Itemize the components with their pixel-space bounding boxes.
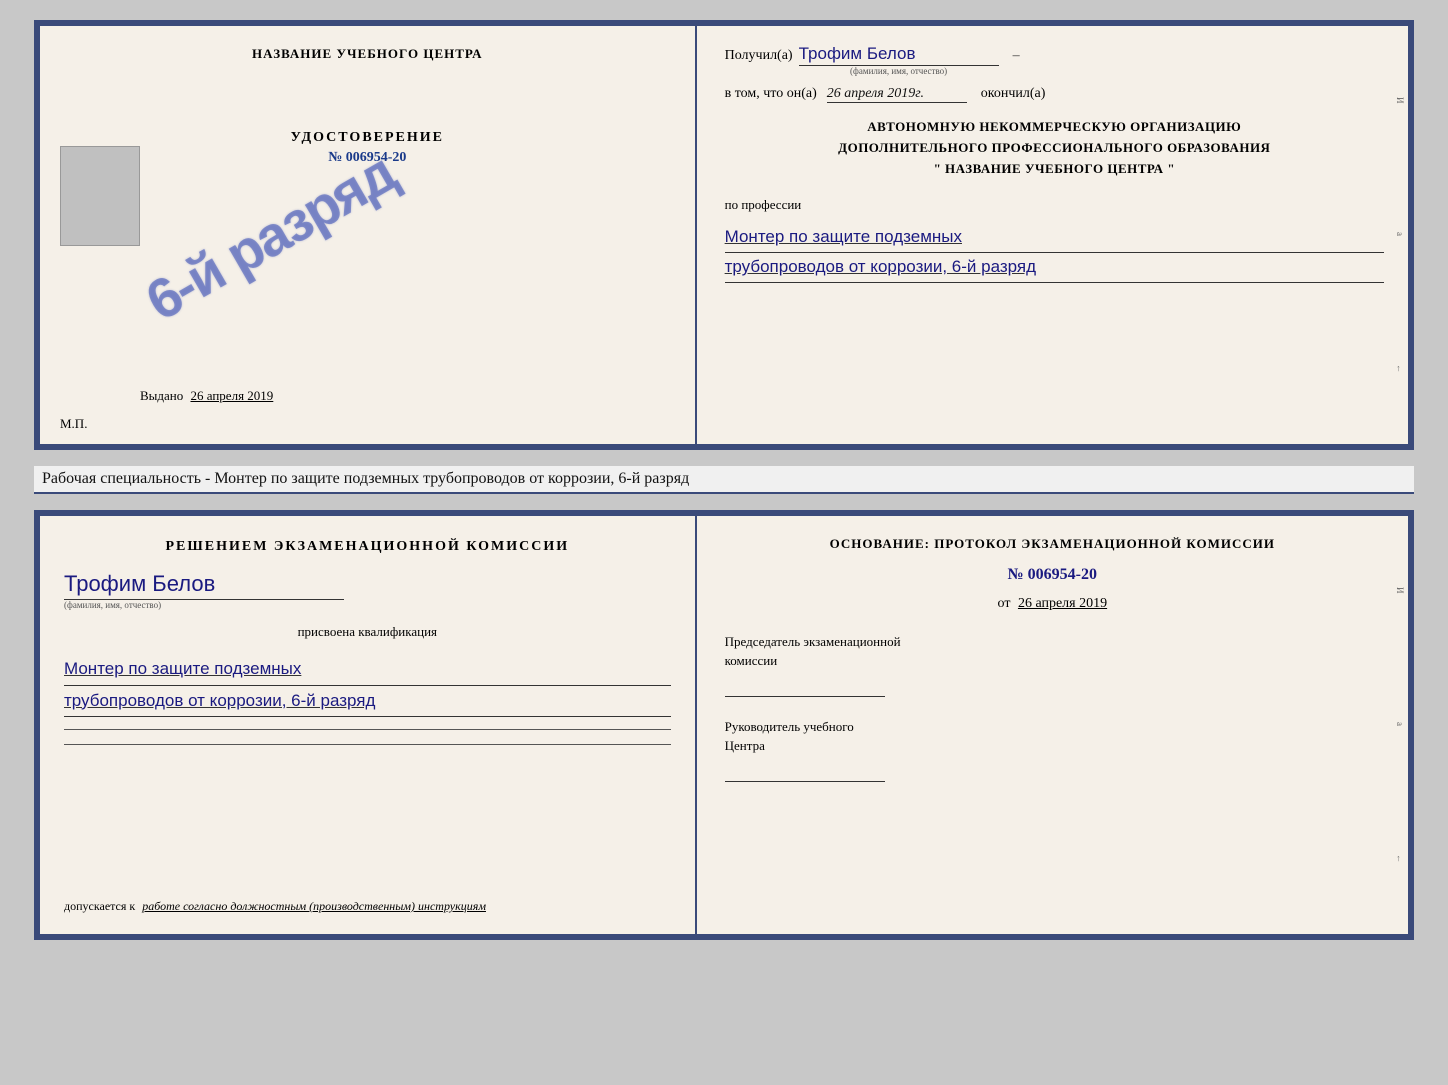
predsedatel-block: Председатель экзаменационной комиссии — [725, 632, 1380, 697]
cert-bottom-left: Решением экзаменационной комиссии Трофим… — [40, 516, 697, 934]
rukovoditel-signature-line — [725, 758, 885, 782]
poluchil-name: Трофим Белов — [799, 44, 999, 66]
org-line1: АВТОНОМНУЮ НЕКОММЕРЧЕСКУЮ ОРГАНИЗАЦИЮ — [725, 117, 1384, 138]
bar-a: а — [1389, 232, 1405, 236]
description-line: Рабочая специальность - Монтер по защите… — [34, 466, 1414, 494]
cert-bottom-right: Основание: протокол экзаменационной коми… — [697, 516, 1408, 934]
udostoverenie-block: УДОСТОВЕРЕНИЕ № 006954-20 — [291, 130, 444, 166]
bar-a2: а — [1389, 722, 1405, 726]
org-block: АВТОНОМНУЮ НЕКОММЕРЧЕСКУЮ ОРГАНИЗАЦИЮ ДО… — [725, 117, 1384, 179]
predsedatel-label: Председатель экзаменационной комиссии — [725, 632, 1380, 671]
prisvoena-label: присвоена квалификация — [64, 624, 671, 640]
org-line3: " НАЗВАНИЕ УЧЕБНОГО ЦЕНТРА " — [725, 159, 1384, 180]
mp-label: М.П. — [60, 416, 87, 432]
po-professii-label: по профессии — [725, 197, 1384, 213]
dopusk-text: работе согласно должностным (производств… — [142, 899, 486, 913]
qual-line2: трубопроводов от коррозии, 6-й разряд — [64, 686, 671, 718]
right-bars-bottom: И а ← — [1386, 516, 1408, 934]
profession-handwritten: Монтер по защите подземных трубопроводов… — [725, 223, 1384, 283]
org-line2: ДОПОЛНИТЕЛЬНОГО ПРОФЕССИОНАЛЬНОГО ОБРАЗО… — [725, 138, 1384, 159]
rukovoditel-block: Руководитель учебного Центра — [725, 717, 1380, 782]
stamp-diagonal: 6-й разряд — [92, 58, 447, 413]
center-title-top: НАЗВАНИЕ УЧЕБНОГО ЦЕНТРА — [252, 46, 483, 62]
okonchil-label: окончил(а) — [981, 86, 1046, 102]
vydano-line: Выдано 26 апреля 2019 — [140, 388, 273, 404]
fio-hint-top: (фамилия, имя, отчество) — [850, 66, 947, 76]
ot-date-block: от 26 апреля 2019 — [725, 596, 1380, 612]
vtom-label: в том, что он(а) — [725, 86, 817, 102]
udost-label: УДОСТОВЕРЕНИЕ — [291, 130, 444, 146]
osnovanie-label: Основание: протокол экзаменационной коми… — [725, 534, 1380, 554]
ot-prefix: от — [998, 596, 1011, 611]
udost-number: № 006954-20 — [328, 150, 406, 166]
underline2 — [64, 744, 671, 745]
rukovoditel-label: Руководитель учебного Центра — [725, 717, 1380, 756]
stamp-text: 6-й разряд — [135, 139, 406, 333]
poluchil-row: Получил(а) Трофим Белов (фамилия, имя, о… — [725, 44, 1384, 76]
vtom-row: в том, что он(а) 26 апреля 2019г. окончи… — [725, 86, 1384, 103]
fio-hint-bottom: (фамилия, имя, отчество) — [64, 600, 161, 610]
vydano-date: 26 апреля 2019 — [191, 388, 274, 403]
ot-date: 26 апреля 2019 — [1018, 596, 1107, 611]
right-bars-top: И а ← — [1386, 26, 1408, 444]
bar-arrow: ← — [1389, 364, 1405, 373]
bar-и2: И — [1389, 587, 1405, 594]
profession-line1: Монтер по защите подземных — [725, 223, 1384, 253]
bottom-name: Трофим Белов — [64, 571, 344, 600]
dopusk-prefix: допускается к — [64, 899, 135, 913]
profession-line2: трубопроводов от коррозии, 6-й разряд — [725, 253, 1384, 283]
qualification-block: Монтер по защите подземных трубопроводов… — [64, 654, 671, 717]
cert-top-right: Получил(а) Трофим Белов (фамилия, имя, о… — [697, 26, 1408, 444]
resheniyem-title: Решением экзаменационной комиссии — [64, 536, 671, 557]
bar-arrow2: ← — [1389, 854, 1405, 863]
photo-placeholder — [60, 146, 140, 246]
dash-top: – — [1013, 48, 1020, 64]
underline1 — [64, 729, 671, 730]
cert-top-left: НАЗВАНИЕ УЧЕБНОГО ЦЕНТРА УДОСТОВЕРЕНИЕ №… — [40, 26, 697, 444]
vydano-label: Выдано — [140, 388, 183, 403]
predsedatel-signature-line — [725, 673, 885, 697]
bar-и: И — [1389, 97, 1405, 104]
protocol-number: № 006954-20 — [725, 566, 1380, 584]
certificate-top: НАЗВАНИЕ УЧЕБНОГО ЦЕНТРА УДОСТОВЕРЕНИЕ №… — [34, 20, 1414, 450]
poluchil-label: Получил(а) — [725, 48, 793, 64]
qual-line1: Монтер по защите подземных — [64, 654, 671, 686]
dopusk-block: допускается к работе согласно должностны… — [64, 899, 486, 914]
vtom-date: 26 апреля 2019г. — [827, 86, 967, 103]
certificate-bottom: Решением экзаменационной комиссии Трофим… — [34, 510, 1414, 940]
name-block-bottom: Трофим Белов (фамилия, имя, отчество) — [64, 571, 671, 610]
